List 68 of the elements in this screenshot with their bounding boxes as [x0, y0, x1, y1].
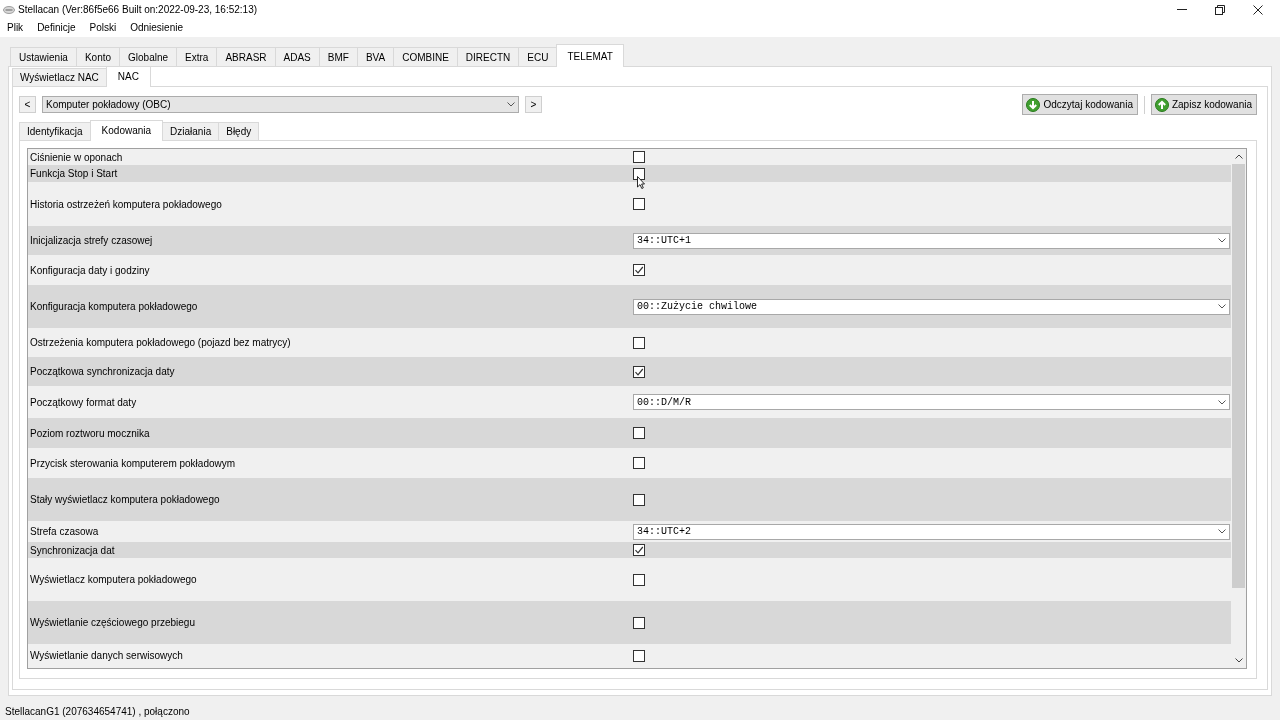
tab[interactable]: Działania: [162, 122, 220, 140]
setting-label: Wyświetlanie danych serwisowych: [29, 649, 183, 662]
setting-label: Inicjalizacja strefy czasowej: [29, 234, 153, 247]
menu-item[interactable]: Definicje: [30, 20, 83, 36]
checkbox[interactable]: [633, 573, 645, 586]
previous-button[interactable]: <: [19, 96, 36, 113]
checkbox[interactable]: [633, 544, 645, 556]
setting-label: Ciśnienie w oponach: [29, 150, 123, 164]
checkbox[interactable]: [633, 365, 645, 378]
next-button[interactable]: >: [525, 96, 542, 113]
write-coding-button[interactable]: Zapisz kodowania: [1150, 94, 1257, 115]
app-logo-icon: [3, 5, 15, 14]
chevron-down-icon: [1218, 399, 1226, 405]
arrow-up-circle-icon: [1154, 97, 1169, 112]
checkbox[interactable]: [633, 151, 645, 163]
tab[interactable]: Identyfikacja: [19, 122, 91, 140]
tab[interactable]: Wyświetlacz NAC: [12, 68, 107, 86]
status-text: StellacanG1 (207634654741) , połączono: [5, 706, 190, 717]
menu-item[interactable]: Polski: [82, 20, 124, 36]
checkbox[interactable]: [633, 616, 645, 629]
minimize-icon: [1177, 9, 1187, 10]
checkbox[interactable]: [633, 264, 645, 276]
setting-label: Wyświetlacz komputera pokładowego: [29, 573, 197, 586]
setting-label: Konfiguracja daty i godziny: [29, 263, 150, 277]
value-dropdown[interactable]: 34::UTC+1: [633, 232, 1230, 249]
tab[interactable]: Kodowania: [89, 120, 164, 141]
setting-label: Przycisk sterowania komputerem pokładowym: [29, 456, 236, 470]
value-dropdown[interactable]: 34::UTC+2: [633, 523, 1230, 540]
checkbox[interactable]: [633, 457, 645, 469]
chevron-down-icon: [1218, 238, 1226, 243]
scroll-up-icon[interactable]: [1234, 154, 1243, 159]
window-title: Stellacan (Ver:86f5e66 Built on:2022-09-23, 16:52:13): [18, 4, 258, 15]
read-coding-button[interactable]: Odczytaj kodowania: [1022, 94, 1138, 115]
chevron-down-icon: [507, 102, 515, 107]
checkbox[interactable]: [633, 649, 645, 662]
setting-label: Konfiguracja komputera pokładowego: [29, 300, 198, 313]
checkbox[interactable]: [633, 427, 645, 439]
checkbox[interactable]: [633, 167, 645, 180]
chevron-down-icon: [1218, 529, 1226, 534]
tab[interactable]: TELEMAT: [556, 44, 624, 67]
checkbox[interactable]: [633, 493, 645, 506]
setting-label: Funkcja Stop i Start: [29, 167, 118, 180]
menu-item[interactable]: Odniesienie: [123, 20, 190, 36]
setting-label: Poziom roztworu mocznika: [29, 426, 150, 440]
checkbox[interactable]: [633, 198, 645, 210]
tab[interactable]: Błędy: [218, 122, 260, 140]
setting-label: Początkowa synchronizacja daty: [29, 365, 175, 378]
value-dropdown[interactable]: 00::Zużycie chwilowe: [633, 298, 1230, 315]
scrollbar-thumb[interactable]: [1232, 164, 1245, 588]
close-icon: [1253, 4, 1263, 15]
arrow-down-circle-icon: [1026, 97, 1041, 112]
menu-item[interactable]: Plik: [0, 20, 31, 36]
setting-label: Synchronizacja dat: [29, 543, 115, 557]
checkbox[interactable]: [633, 336, 645, 349]
setting-label: Ostrzeżenia komputera pokładowego (pojazd bez matrycy): [29, 336, 291, 349]
tab[interactable]: NAC: [105, 66, 151, 87]
mouse-pointer-icon: [637, 176, 645, 189]
setting-label: Wyświetlanie częściowego przebiegu: [29, 616, 195, 629]
setting-label: Strefa czasowa: [29, 525, 99, 538]
setting-label: Historia ostrzeżeń komputera pokładowego: [29, 197, 222, 211]
value-dropdown[interactable]: 00::D/M/R: [633, 394, 1230, 410]
module-dropdown[interactable]: Komputer pokładowy (OBC): [42, 96, 519, 113]
setting-label: Stały wyświetlacz komputera pokładowego: [29, 493, 220, 506]
restore-icon: [1215, 4, 1225, 15]
setting-label: Początkowy format daty: [29, 395, 137, 409]
chevron-down-icon: [1218, 304, 1226, 309]
tab[interactable]: Ustawienia: [10, 47, 77, 66]
scroll-down-icon[interactable]: [1234, 658, 1243, 663]
